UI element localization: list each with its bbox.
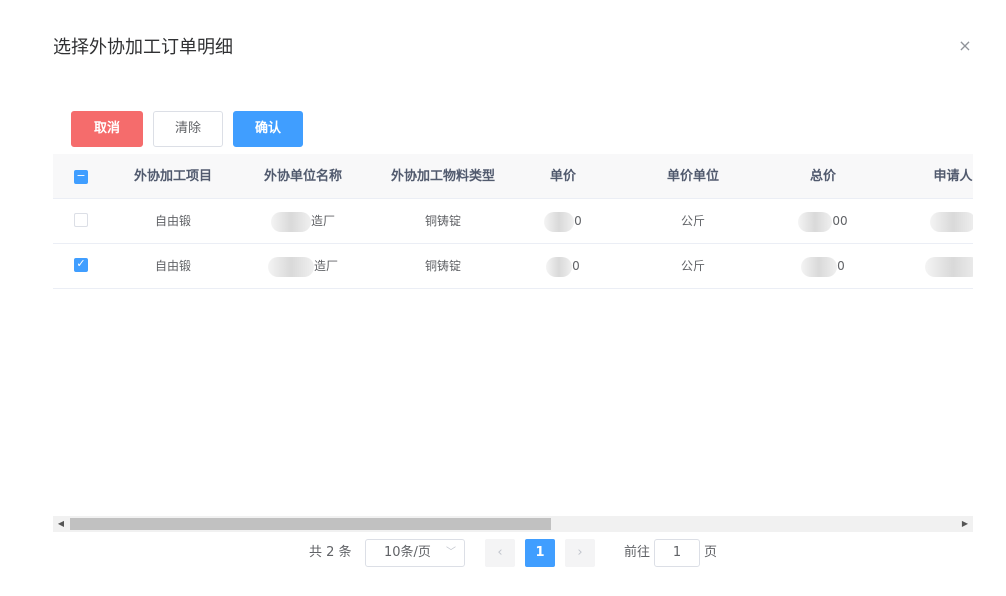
redacted-mask (930, 211, 973, 232)
redacted-mask (925, 256, 973, 277)
redacted-mask (546, 256, 573, 277)
redacted-mask (801, 256, 838, 277)
column-header-item[interactable]: 外协加工项目 (113, 154, 233, 199)
cell-total-text: 00 (832, 214, 848, 228)
cell-unit-name-text: 造厂 (310, 214, 335, 228)
column-header-unit-name[interactable]: 外协单位名称 (243, 154, 363, 199)
table-header: − 外协加工项目 外协单位名称 外协加工物料类型 单价 单价单位 总价 申请人 (53, 154, 973, 199)
cell-material-type: 铜铸锭 (424, 259, 461, 273)
cell-price-text: 0 (572, 259, 580, 273)
column-header-material-type[interactable]: 外协加工物料类型 (373, 154, 513, 199)
confirm-button[interactable]: 确认 (233, 111, 303, 147)
page-suffix-label: 页 (704, 545, 718, 560)
prev-page-button[interactable]: ‹ (485, 539, 515, 567)
cell-price-unit: 公斤 (680, 214, 705, 228)
row-checkbox[interactable]: ✓ (74, 257, 88, 272)
column-header-price[interactable]: 单价 (513, 154, 613, 199)
pagination: 共 2 条 10条/页 ﹀ ‹ 1 › 前往 1 页 (0, 538, 1006, 568)
column-header-applicant[interactable]: 申请人 (913, 154, 973, 199)
page-number-button[interactable]: 1 (525, 539, 555, 567)
cell-price-unit: 公斤 (680, 259, 705, 273)
cell-total-text: 0 (837, 259, 845, 273)
cell-item: 自由锻 (154, 214, 191, 228)
cell-applicant (913, 199, 973, 243)
row-checkbox[interactable] (74, 213, 88, 227)
scroll-left-icon[interactable]: ◀ (53, 516, 69, 532)
select-all-checkbox[interactable]: − (74, 169, 88, 184)
cell-price: 0 (513, 199, 613, 243)
goto-page-input[interactable]: 1 (654, 539, 700, 567)
next-page-button[interactable]: › (565, 539, 595, 567)
redacted-mask (270, 211, 311, 232)
dialog-title: 选择外协加工订单明细 (53, 37, 233, 58)
column-header-price-unit[interactable]: 单价单位 (633, 154, 753, 199)
table-row[interactable]: 自由锻 造厂 铜铸锭 0 公斤 00 (53, 199, 973, 244)
cell-unit-name: 造厂 (243, 244, 363, 288)
close-icon[interactable]: × (956, 37, 974, 55)
goto-label: 前往 (624, 545, 651, 560)
cell-total: 00 (763, 199, 883, 243)
cell-applicant (913, 244, 973, 288)
cell-unit-name: 造厂 (243, 199, 363, 243)
chevron-down-icon: ﹀ (446, 547, 456, 558)
table-row[interactable]: ✓ 自由锻 造厂 铜铸锭 0 公斤 0 (53, 244, 973, 289)
redacted-mask (267, 256, 314, 277)
horizontal-scrollbar[interactable]: ◀ ▶ (53, 516, 973, 532)
minus-icon: − (76, 169, 86, 182)
check-icon: ✓ (76, 257, 86, 270)
clear-button[interactable]: 清除 (153, 111, 223, 147)
scrollbar-thumb[interactable] (70, 518, 551, 530)
column-header-total[interactable]: 总价 (763, 154, 883, 199)
cell-item: 自由锻 (154, 259, 191, 273)
cell-unit-name-text: 造厂 (313, 259, 338, 273)
cancel-button[interactable]: 取消 (71, 111, 143, 147)
order-detail-table: − 外协加工项目 外协单位名称 外协加工物料类型 单价 单价单位 总价 申请人 … (53, 154, 973, 534)
cell-material-type: 铜铸锭 (424, 214, 461, 228)
page-size-select[interactable]: 10条/页 ﹀ (365, 539, 465, 567)
cell-price-text: 0 (574, 214, 582, 228)
pagination-total: 共 2 条 (309, 545, 352, 560)
cell-total: 0 (763, 244, 883, 288)
select-order-detail-dialog: 选择外协加工订单明细 × 取消 清除 确认 − 外协加工项目 外协单位名称 外协… (0, 0, 1006, 596)
cell-price: 0 (513, 244, 613, 288)
redacted-mask (544, 211, 575, 232)
scroll-right-icon[interactable]: ▶ (957, 516, 973, 532)
redacted-mask (798, 211, 833, 232)
page-size-value: 10条/页 (384, 545, 431, 560)
